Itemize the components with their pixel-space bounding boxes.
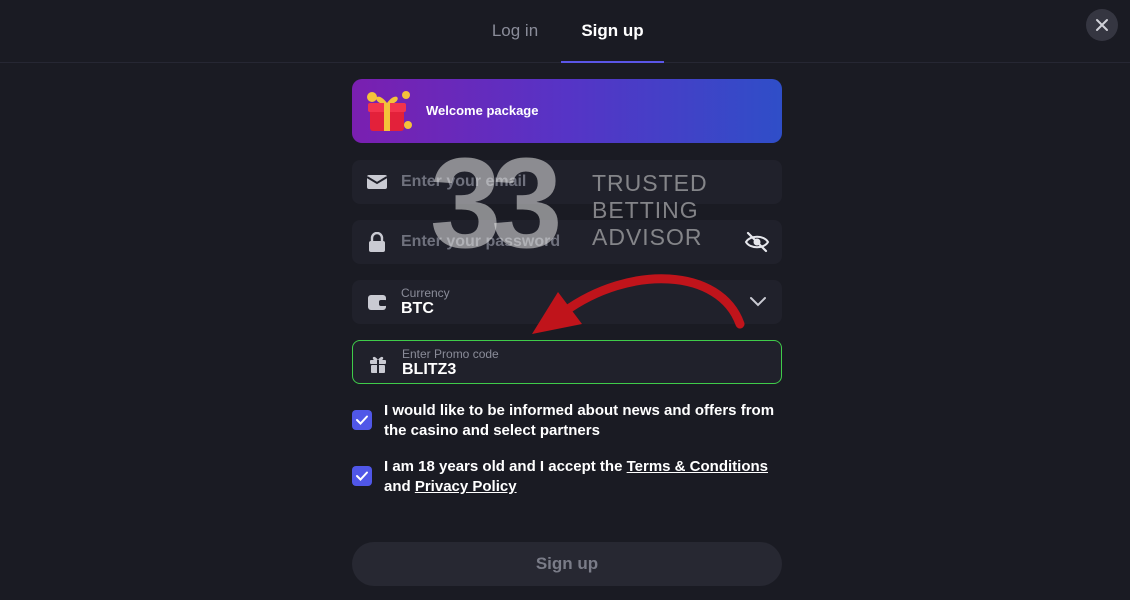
terms-link[interactable]: Terms & Conditions: [627, 458, 768, 475]
checkmark-icon: [356, 471, 368, 481]
auth-tabs: Log in Sign up: [0, 0, 1130, 63]
email-field[interactable]: Enter your email: [352, 160, 782, 204]
signup-modal: Log in Sign up Welcome package Enter you…: [0, 0, 1130, 600]
banner-title: Welcome package: [426, 103, 539, 118]
envelope-icon: [366, 175, 388, 189]
email-placeholder: Enter your email: [401, 173, 527, 190]
welcome-package-banner[interactable]: Welcome package: [352, 79, 782, 143]
gift-box-icon: [367, 91, 412, 131]
promo-label: Enter Promo code: [402, 347, 499, 361]
signup-submit-button[interactable]: Sign up: [352, 542, 782, 586]
tab-signup[interactable]: Sign up: [561, 0, 664, 63]
chevron-down-icon[interactable]: [748, 294, 768, 310]
news-consent-text: I would like to be informed about news a…: [384, 402, 775, 439]
password-field[interactable]: Enter your password: [352, 220, 782, 264]
privacy-link[interactable]: Privacy Policy: [415, 478, 517, 495]
wallet-icon: [368, 295, 387, 310]
close-button[interactable]: [1086, 9, 1118, 41]
news-consent-checkbox[interactable]: [352, 410, 372, 430]
age-consent-checkbox[interactable]: [352, 466, 372, 486]
age-consent-text: I am 18 years old and I accept the Terms…: [384, 457, 784, 497]
promo-value: BLITZ3: [402, 361, 457, 378]
currency-label: Currency: [401, 286, 450, 300]
password-placeholder: Enter your password: [401, 233, 561, 250]
age-consent-and: and: [384, 478, 415, 495]
tab-login[interactable]: Log in: [470, 0, 560, 62]
currency-select[interactable]: Currency BTC: [352, 280, 782, 324]
checkmark-icon: [356, 415, 368, 425]
promo-code-field[interactable]: Enter Promo code BLITZ3: [352, 340, 782, 384]
currency-value: BTC: [401, 300, 434, 317]
lock-icon: [369, 232, 385, 252]
close-icon: [1096, 19, 1108, 31]
eye-slash-icon[interactable]: [744, 230, 770, 254]
gift-icon: [370, 356, 386, 373]
age-consent-prefix: I am 18 years old and I accept the: [384, 458, 627, 475]
